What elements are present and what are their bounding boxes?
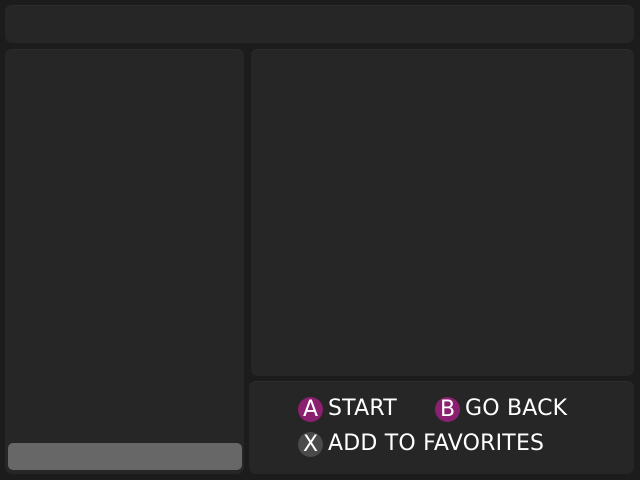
go-back-control[interactable]: B GO BACK — [435, 395, 567, 423]
start-control[interactable]: A START — [298, 395, 397, 423]
x-button-icon: X — [298, 431, 323, 457]
game-list-panel[interactable] — [5, 49, 244, 474]
a-button-icon: A — [298, 396, 323, 422]
go-back-label: GO BACK — [465, 396, 568, 421]
selected-item-highlight[interactable] — [8, 443, 242, 470]
add-to-favorites-control[interactable]: X ADD TO FAVORITES — [298, 430, 544, 458]
top-bar — [5, 5, 634, 43]
add-to-favorites-label: ADD TO FAVORITES — [328, 431, 545, 456]
preview-panel — [251, 49, 634, 376]
start-label: START — [328, 396, 397, 421]
b-button-icon: B — [435, 396, 460, 422]
